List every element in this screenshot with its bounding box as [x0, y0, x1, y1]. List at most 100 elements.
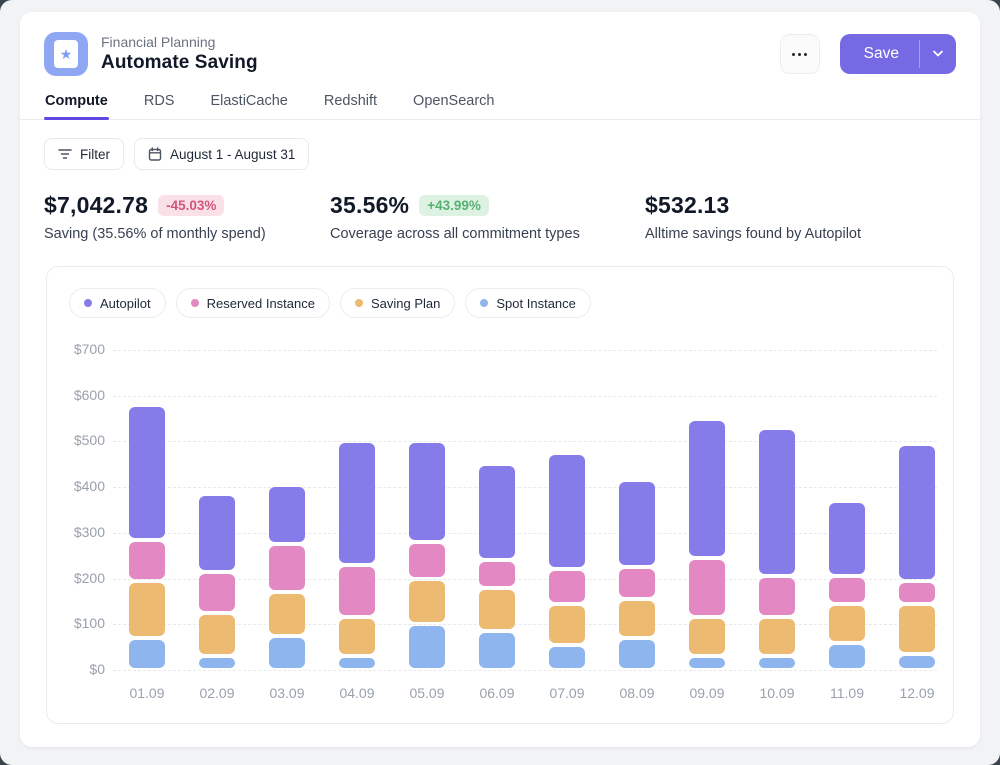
bar-segment-reserved-instance[interactable]	[479, 562, 515, 585]
bar-03.09	[269, 487, 305, 668]
x-axis-tick: 11.09	[812, 685, 882, 701]
x-axis-tick: 06.09	[462, 685, 532, 701]
bar-segment-saving-plan[interactable]	[339, 619, 375, 654]
bar-12.09	[899, 446, 935, 668]
legend-label: Autopilot	[100, 296, 151, 311]
bar-segment-spot-instance[interactable]	[199, 658, 235, 668]
bar-segment-spot-instance[interactable]	[409, 626, 445, 668]
ellipsis-icon	[798, 53, 801, 56]
stat-card: 35.56%+43.99%Coverage across all commitm…	[330, 192, 645, 242]
x-axis-tick: 01.09	[112, 685, 182, 701]
bar-segment-saving-plan[interactable]	[129, 583, 165, 636]
bar-segment-reserved-instance[interactable]	[339, 567, 375, 616]
filter-button[interactable]: Filter	[44, 138, 124, 170]
legend-item-spot-instance[interactable]: Spot Instance	[465, 288, 591, 318]
bar-segment-spot-instance[interactable]	[619, 640, 655, 668]
bar-segment-saving-plan[interactable]	[759, 619, 795, 654]
bar-segment-reserved-instance[interactable]	[199, 574, 235, 611]
bar-segment-reserved-instance[interactable]	[549, 571, 585, 601]
legend-item-autopilot[interactable]: Autopilot	[69, 288, 166, 318]
tab-elasticache[interactable]: ElastiCache	[209, 89, 288, 119]
bar-segment-spot-instance[interactable]	[759, 658, 795, 668]
bar-segment-reserved-instance[interactable]	[129, 542, 165, 579]
bar-segment-autopilot[interactable]	[409, 443, 445, 540]
bar-10.09	[759, 430, 795, 668]
bar-segment-reserved-instance[interactable]	[829, 578, 865, 601]
bar-01.09	[129, 407, 165, 668]
bar-segment-autopilot[interactable]	[339, 443, 375, 562]
bar-segment-reserved-instance[interactable]	[759, 578, 795, 615]
change-badge: +43.99%	[419, 195, 489, 216]
bar-segment-spot-instance[interactable]	[479, 633, 515, 668]
bar-segment-autopilot[interactable]	[199, 496, 235, 570]
bar-segment-autopilot[interactable]	[269, 487, 305, 542]
main-card: ★ Financial Planning Automate Saving Sav…	[20, 12, 980, 747]
legend-item-saving-plan[interactable]: Saving Plan	[340, 288, 455, 318]
bar-segment-autopilot[interactable]	[129, 407, 165, 538]
star-icon: ★	[54, 40, 78, 68]
stat-card: $7,042.78-45.03%Saving (35.56% of monthl…	[44, 192, 330, 242]
title-block: Financial Planning Automate Saving	[101, 34, 780, 74]
bar-segment-saving-plan[interactable]	[689, 619, 725, 654]
bar-segment-autopilot[interactable]	[759, 430, 795, 575]
bar-segment-saving-plan[interactable]	[549, 606, 585, 643]
bar-segment-saving-plan[interactable]	[829, 606, 865, 641]
bar-segment-spot-instance[interactable]	[689, 658, 725, 668]
bar-segment-reserved-instance[interactable]	[409, 544, 445, 577]
gridline	[113, 350, 937, 351]
bar-segment-saving-plan[interactable]	[269, 594, 305, 633]
legend-dot	[355, 299, 363, 307]
bar-segment-autopilot[interactable]	[689, 421, 725, 556]
breadcrumb: Financial Planning	[101, 34, 780, 50]
ellipsis-icon	[792, 53, 795, 56]
tab-redshift[interactable]: Redshift	[323, 89, 378, 119]
save-button[interactable]: Save	[840, 34, 919, 74]
date-range-button[interactable]: August 1 - August 31	[134, 138, 309, 170]
bar-segment-saving-plan[interactable]	[199, 615, 235, 654]
bar-02.09	[199, 496, 235, 668]
bar-segment-reserved-instance[interactable]	[619, 569, 655, 597]
gridline	[113, 670, 937, 671]
tab-compute[interactable]: Compute	[44, 89, 109, 119]
bar-07.09	[549, 455, 585, 668]
bar-09.09	[689, 421, 725, 668]
gridline	[113, 624, 937, 625]
bar-segment-reserved-instance[interactable]	[899, 583, 935, 602]
more-options-button[interactable]	[780, 34, 820, 74]
app-icon: ★	[44, 32, 88, 76]
legend-dot	[191, 299, 199, 307]
save-dropdown-button[interactable]	[920, 34, 956, 74]
bar-segment-autopilot[interactable]	[619, 482, 655, 565]
stat-label: Coverage across all commitment types	[330, 226, 645, 242]
change-badge: -45.03%	[158, 195, 224, 216]
bar-segment-reserved-instance[interactable]	[269, 546, 305, 590]
bar-segment-spot-instance[interactable]	[829, 645, 865, 668]
tab-opensearch[interactable]: OpenSearch	[412, 89, 495, 119]
bar-11.09	[829, 503, 865, 668]
chart-panel: Autopilot Reserved Instance Saving Plan Spo…	[46, 266, 954, 724]
x-axis-tick: 09.09	[672, 685, 742, 701]
bar-segment-spot-instance[interactable]	[899, 656, 935, 668]
bar-segment-spot-instance[interactable]	[129, 640, 165, 668]
bar-segment-spot-instance[interactable]	[549, 647, 585, 668]
x-axis-tick: 12.09	[882, 685, 952, 701]
header-actions: Save	[780, 34, 956, 74]
bar-segment-saving-plan[interactable]	[409, 581, 445, 623]
bar-segment-autopilot[interactable]	[829, 503, 865, 574]
gridline	[113, 579, 937, 580]
legend-item-reserved-instance[interactable]: Reserved Instance	[176, 288, 330, 318]
y-axis-tick: $600	[47, 387, 105, 403]
bar-06.09	[479, 466, 515, 668]
bar-segment-autopilot[interactable]	[899, 446, 935, 579]
bar-segment-spot-instance[interactable]	[339, 658, 375, 668]
bar-segment-reserved-instance[interactable]	[689, 560, 725, 615]
bar-segment-autopilot[interactable]	[479, 466, 515, 558]
bar-segment-saving-plan[interactable]	[899, 606, 935, 652]
bar-segment-spot-instance[interactable]	[269, 638, 305, 668]
tab-rds[interactable]: RDS	[143, 89, 176, 119]
bar-segment-saving-plan[interactable]	[619, 601, 655, 636]
bar-segment-saving-plan[interactable]	[479, 590, 515, 629]
bar-segment-autopilot[interactable]	[549, 455, 585, 568]
tab-bar: Compute RDS ElastiCache Redshift OpenSearch	[20, 89, 980, 120]
y-axis-tick: $700	[47, 341, 105, 357]
